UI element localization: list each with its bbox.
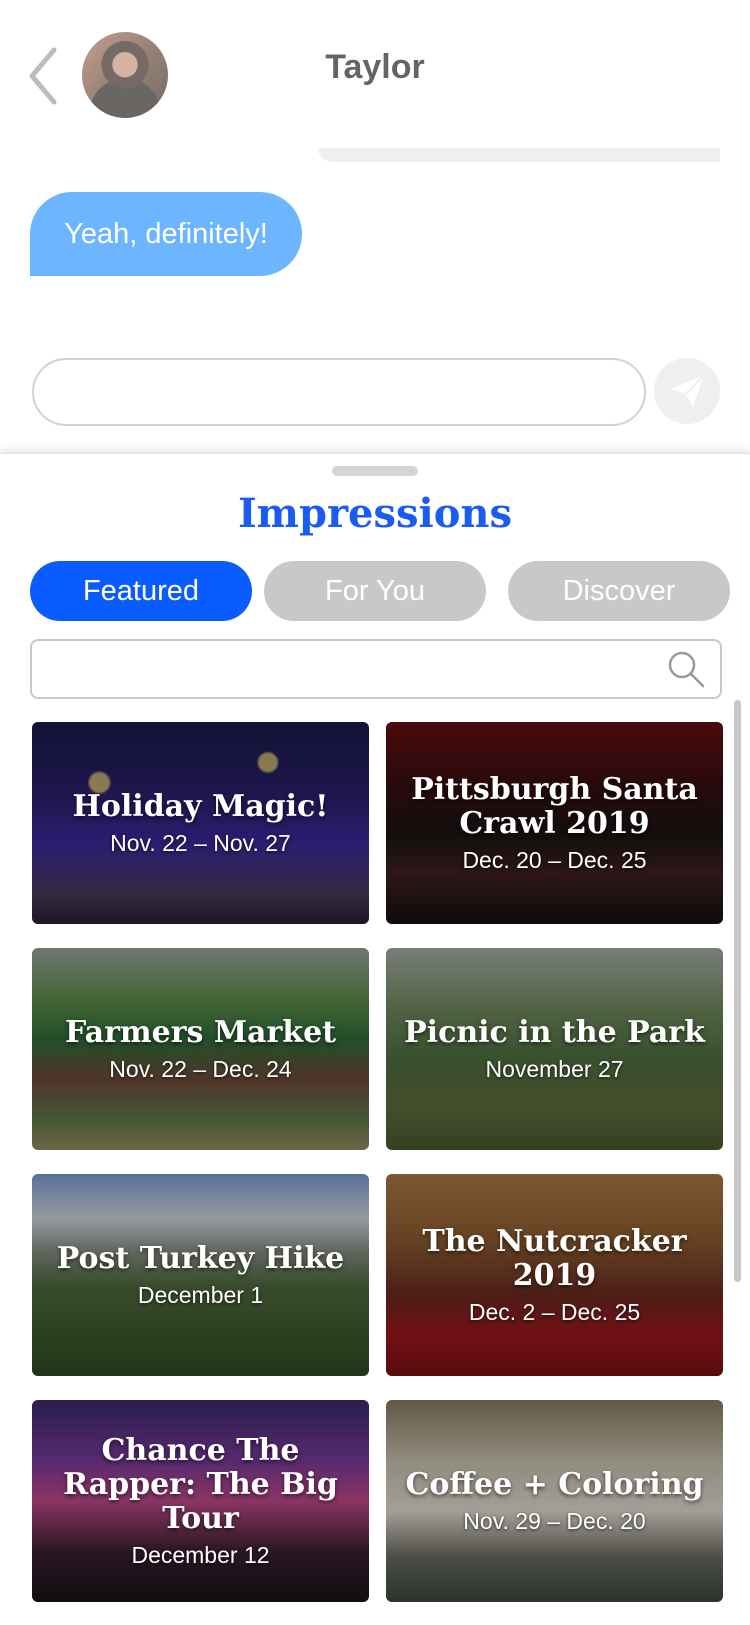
event-date: December 12	[131, 1541, 270, 1568]
event-card[interactable]: Chance The Rapper: The Big Tour December …	[32, 1400, 369, 1602]
event-title: Picnic in the Park	[404, 1014, 705, 1050]
event-title: Holiday Magic!	[72, 788, 329, 824]
event-title: Coffee + Coloring	[405, 1466, 704, 1502]
outgoing-message-bubble: Yeah, definitely!	[30, 192, 302, 276]
tab-featured[interactable]: Featured	[30, 561, 252, 621]
event-card[interactable]: The Nutcracker 2019 Dec. 2 – Dec. 25	[386, 1174, 723, 1376]
event-card[interactable]: Holiday Magic! Nov. 22 – Nov. 27	[32, 722, 369, 924]
send-button[interactable]	[654, 358, 720, 424]
tab-for-you[interactable]: For You	[264, 561, 486, 621]
chat-title: Taylor	[325, 48, 425, 86]
event-card[interactable]: Picnic in the Park November 27	[386, 948, 723, 1150]
chat-header: Taylor	[0, 0, 750, 149]
paper-plane-icon	[670, 374, 705, 407]
search-icon[interactable]	[666, 649, 706, 689]
event-card[interactable]: Farmers Market Nov. 22 – Dec. 24	[32, 948, 369, 1150]
sheet-title: Impressions	[237, 490, 513, 537]
event-date: Dec. 2 – Dec. 25	[468, 1298, 641, 1325]
event-title: Farmers Market	[64, 1014, 337, 1050]
impressions-sheet: Impressions Featured For You Discover Ho…	[0, 453, 750, 1625]
incoming-message-bubble	[318, 148, 720, 162]
search-field[interactable]	[30, 639, 722, 699]
event-date: December 1	[137, 1281, 264, 1308]
event-date: November 27	[485, 1055, 624, 1082]
sheet-drag-handle[interactable]	[332, 466, 418, 476]
event-card[interactable]: Coffee + Coloring Nov. 29 – Dec. 20	[386, 1400, 723, 1602]
event-title: Chance The Rapper: The Big Tour	[63, 1432, 338, 1536]
outgoing-message-text: Yeah, definitely!	[64, 217, 268, 250]
event-card[interactable]: Post Turkey Hike December 1	[32, 1174, 369, 1376]
event-card[interactable]: Pittsburgh Santa Crawl 2019 Dec. 20 – Dec…	[386, 722, 723, 924]
tab-discover[interactable]: Discover	[508, 561, 730, 621]
scrollbar[interactable]	[734, 700, 741, 1282]
event-date: Nov. 22 – Nov. 27	[110, 829, 291, 856]
event-title: Post Turkey Hike	[56, 1240, 345, 1276]
chat-area: Yeah, definitely!	[0, 148, 750, 453]
event-date: Nov. 22 – Dec. 24	[109, 1055, 292, 1082]
event-title: Pittsburgh Santa Crawl 2019	[411, 771, 698, 841]
event-date: Nov. 29 – Dec. 20	[463, 1507, 646, 1534]
event-date: Dec. 20 – Dec. 25	[462, 846, 647, 873]
message-input[interactable]	[32, 358, 646, 426]
event-title: The Nutcracker 2019	[422, 1223, 687, 1293]
